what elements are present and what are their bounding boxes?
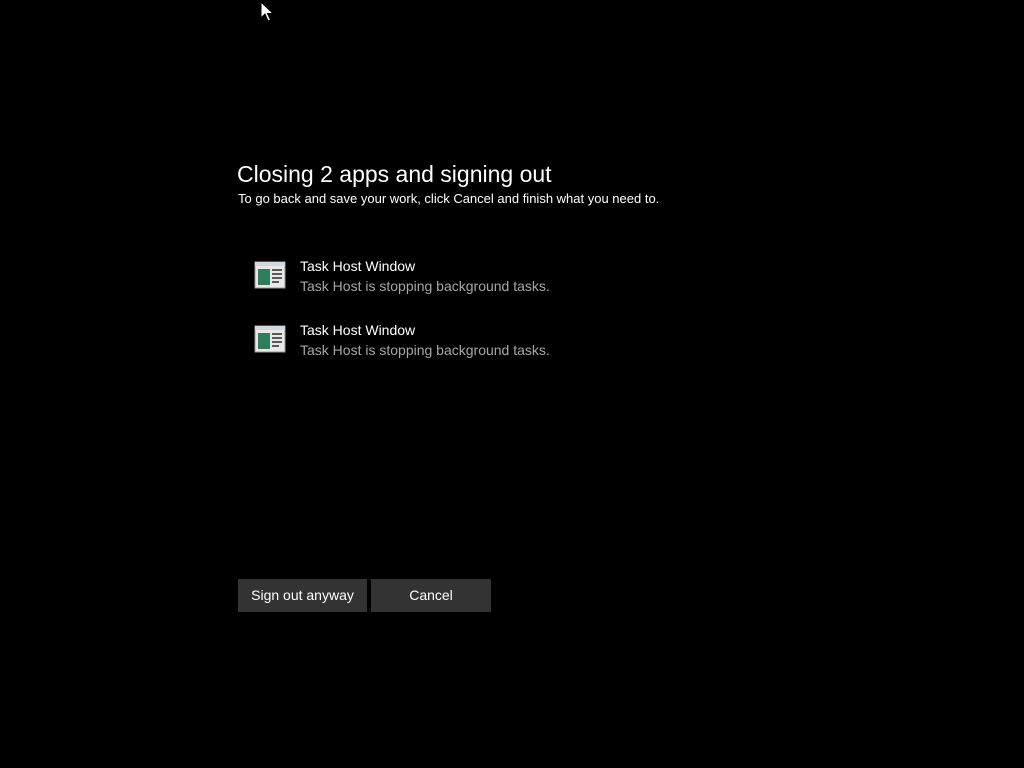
app-name: Task Host Window <box>300 258 416 274</box>
app-list-item: Task Host Window Task Host is stopping b… <box>254 256 754 320</box>
task-host-window-icon <box>254 325 286 353</box>
mouse-cursor-icon <box>260 1 274 22</box>
app-status: Task Host is stopping background tasks. <box>300 278 550 294</box>
closing-apps-list: Task Host Window Task Host is stopping b… <box>254 256 754 384</box>
dialog-title: Closing 2 apps and signing out <box>237 161 552 187</box>
sign-out-anyway-button[interactable]: Sign out anyway <box>238 579 367 612</box>
cancel-button[interactable]: Cancel <box>371 579 491 612</box>
app-name: Task Host Window <box>300 322 416 338</box>
dialog-button-row: Sign out anyway Cancel <box>238 579 491 612</box>
app-status: Task Host is stopping background tasks. <box>300 342 550 358</box>
sign-out-dialog-header: Closing 2 apps and signing out To go bac… <box>237 158 797 208</box>
app-list-item: Task Host Window Task Host is stopping b… <box>254 320 754 384</box>
dialog-subtitle: To go back and save your work, click Can… <box>238 191 660 206</box>
task-host-window-icon <box>254 261 286 289</box>
